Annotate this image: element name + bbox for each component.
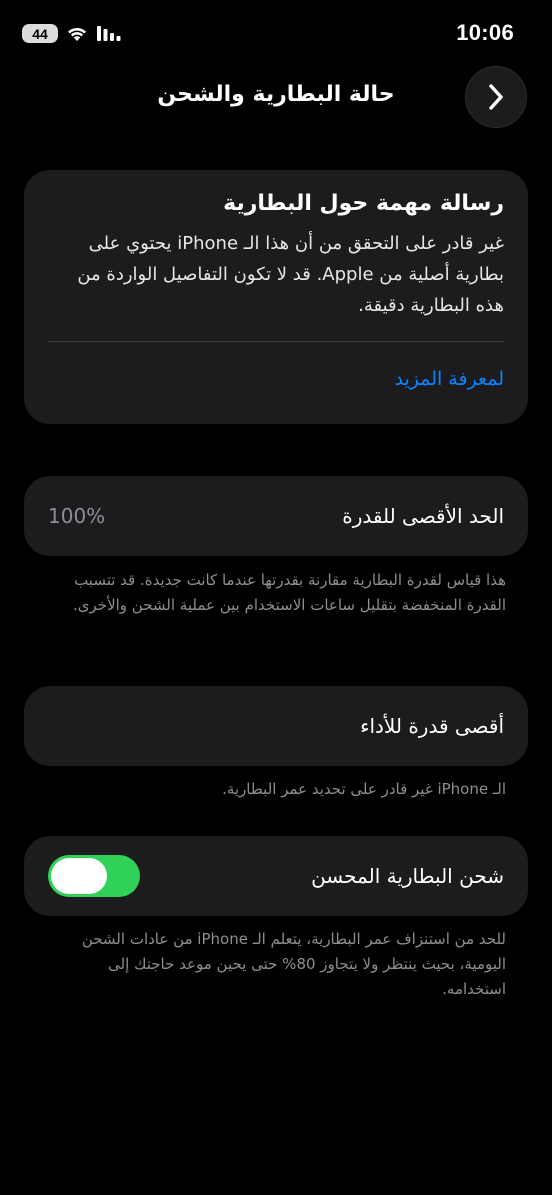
toggle-knob bbox=[51, 858, 107, 894]
peak-performance-row: أقصى قدرة للأداء bbox=[24, 686, 528, 766]
wifi-icon bbox=[68, 27, 86, 41]
maximum-capacity-value: 100% bbox=[48, 504, 106, 528]
notice-body: غير قادر على التحقق من أن هذا الـ iPhone… bbox=[77, 233, 504, 316]
back-button[interactable] bbox=[465, 66, 527, 128]
chevron-right-icon bbox=[489, 84, 503, 110]
peak-performance-footnote: الـ iPhone غير قادر على تحديد عمر البطار… bbox=[222, 780, 506, 798]
status-bar: 44 10:06 bbox=[0, 0, 552, 66]
optimized-charging-row: شحن البطارية المحسن bbox=[24, 836, 528, 916]
peak-performance-label: أقصى قدرة للأداء bbox=[360, 714, 504, 738]
maximum-capacity-label: الحد الأقصى للقدرة bbox=[342, 504, 504, 528]
divider bbox=[48, 341, 504, 342]
maximum-capacity-footnote: هذا قياس لقدرة البطارية مقارنة بقدرتها ع… bbox=[73, 571, 506, 614]
maximum-capacity-row: الحد الأقصى للقدرة 100% bbox=[24, 476, 528, 556]
learn-more-link[interactable]: لمعرفة المزيد bbox=[394, 368, 504, 390]
optimized-charging-toggle[interactable] bbox=[48, 855, 140, 897]
optimized-charging-footnote: للحد من استنزاف عمر البطارية، يتعلم الـ … bbox=[81, 930, 506, 998]
battery-icon: 44 bbox=[22, 24, 58, 43]
battery-level: 44 bbox=[32, 25, 48, 42]
optimized-charging-label: شحن البطارية المحسن bbox=[311, 864, 504, 888]
status-time: 10:06 bbox=[456, 20, 514, 45]
status-icons: 44 bbox=[22, 24, 122, 43]
battery-notice-card: رسالة مهمة حول البطارية غير قادر على الت… bbox=[24, 170, 528, 424]
notice-title: رسالة مهمة حول البطارية bbox=[223, 191, 504, 216]
cellular-signal-icon bbox=[97, 26, 121, 41]
